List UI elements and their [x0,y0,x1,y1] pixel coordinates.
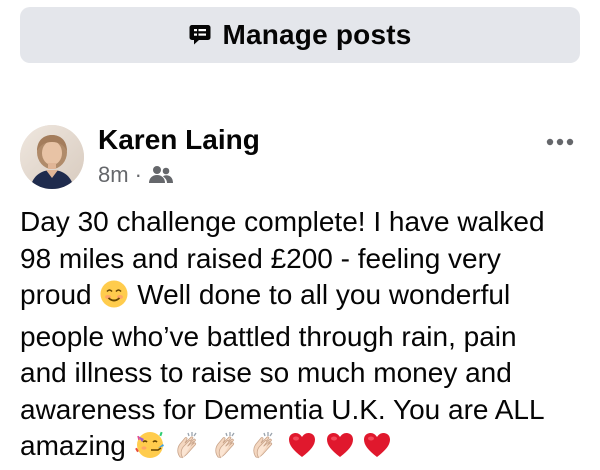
manage-posts-icon [188,23,212,47]
post-text-segment: Well done to all you wonderful [137,279,511,310]
friends-icon[interactable] [148,165,174,185]
post-text-line: 98 miles and raised £200 - feeling very [20,242,501,274]
more-options-icon [546,133,574,151]
manage-posts-label: Manage posts [222,19,412,50]
author-name[interactable]: Karen Laing [98,124,260,156]
partying-face-emoji [134,428,166,470]
meta-separator: · [134,162,142,187]
post-text-line: amazing [20,428,580,470]
smiling-face-emoji [99,279,129,319]
post-text-line: Day 30 challenge complete! I have walked [20,206,545,237]
post-meta: 8m · [98,162,174,188]
post-time[interactable]: 8m [98,162,129,188]
avatar[interactable] [20,125,84,189]
manage-posts-button[interactable]: Manage posts [20,7,580,63]
post-text-line: people who’ve battled through rain, pain [20,320,517,352]
post-text-line: awareness for Dementia U.K. You are ALL [20,393,545,425]
post-text-segment: proud [20,279,92,310]
post-text-segment: amazing [20,430,126,461]
post-text: Day 30 challenge complete! I have walked… [20,204,580,470]
more-options-button[interactable] [540,128,580,156]
post-text-line: proud Well done to all you wonderful [20,277,580,319]
post-text-line: and illness to raise so much money and [20,357,512,388]
